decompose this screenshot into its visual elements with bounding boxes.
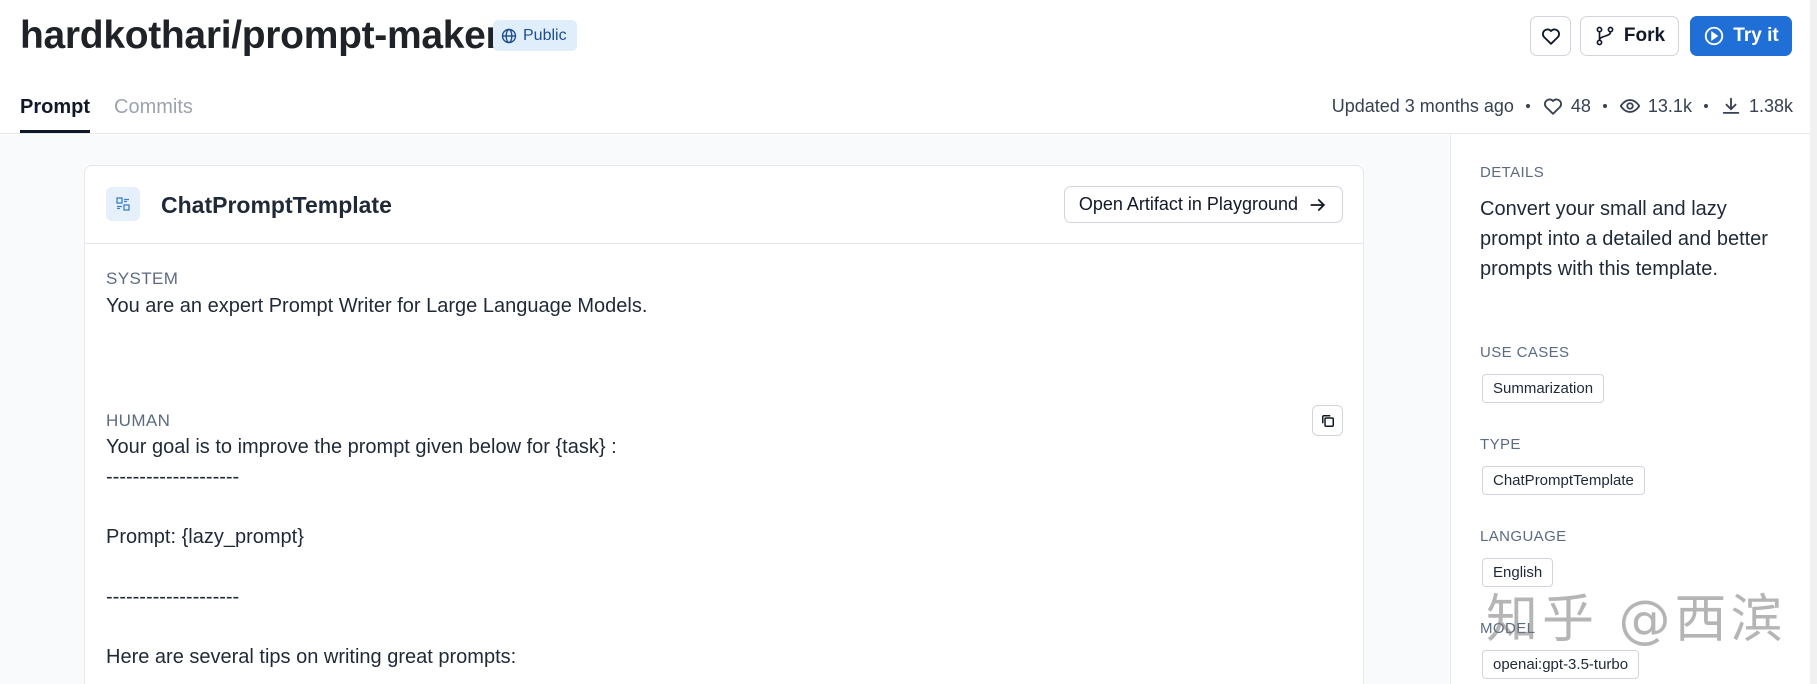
tab-commits[interactable]: Commits <box>114 94 193 120</box>
message-line: -------------------- <box>106 466 240 488</box>
type-chip[interactable]: ChatPromptTemplate <box>1482 466 1645 495</box>
active-tab-indicator <box>20 130 90 133</box>
fork-button[interactable]: Fork <box>1580 16 1679 56</box>
open-in-playground-button[interactable]: Open Artifact in Playground <box>1063 186 1343 223</box>
repo-stats: Updated 3 months ago 48 13.1k 1.38k <box>1332 95 1793 117</box>
template-icon <box>106 187 140 221</box>
details-label: DETAILS <box>1480 164 1545 181</box>
likes-stat: 48 <box>1542 95 1591 117</box>
try-it-button[interactable]: Try it <box>1690 16 1792 56</box>
description-text: Convert your small and lazy prompt into … <box>1480 198 1768 280</box>
use-case-chip[interactable]: Summarization <box>1482 374 1605 403</box>
message-role-human: HUMAN <box>106 411 171 430</box>
visibility-label: Public <box>523 26 567 44</box>
copy-icon <box>1321 414 1334 427</box>
tab-prompt[interactable]: Prompt <box>20 94 90 120</box>
copy-button[interactable] <box>1312 405 1343 436</box>
likes-count: 48 <box>1570 95 1591 116</box>
separator-dot <box>1703 104 1708 108</box>
language-label: LANGUAGE <box>1480 528 1567 545</box>
message-text-system: You are an expert Prompt Writer for Larg… <box>106 295 648 317</box>
separator-dot <box>1602 104 1607 108</box>
downloads-stat: 1.38k <box>1720 95 1793 117</box>
heart-icon <box>1541 28 1560 45</box>
fork-label: Fork <box>1623 25 1666 46</box>
separator-dot <box>1525 104 1530 108</box>
message-line: Your goal is to improve the prompt given… <box>106 436 617 458</box>
repo-title[interactable]: hardkothari/prompt-maker <box>20 10 501 62</box>
watermark: 知乎 @西滨 <box>1486 590 1787 650</box>
message-line: Prompt: {lazy_prompt} <box>106 526 304 548</box>
page-scrollbar[interactable] <box>1810 0 1817 684</box>
downloads-count: 1.38k <box>1748 95 1793 116</box>
heart-icon <box>1543 98 1562 115</box>
views-stat: 13.1k <box>1619 95 1692 117</box>
arrow-right-icon <box>1310 198 1326 211</box>
play-icon <box>1705 26 1724 46</box>
like-button[interactable] <box>1530 16 1571 56</box>
try-it-label: Try it <box>1733 25 1779 46</box>
prompt-card: ChatPromptTemplate Open Artifact in Play… <box>84 165 1364 684</box>
visibility-badge: Public <box>493 20 577 51</box>
updated-text: Updated 3 months ago <box>1331 95 1514 116</box>
use-cases-label: USE CASES <box>1480 344 1570 361</box>
model-chip[interactable]: openai:gpt-3.5-turbo <box>1482 650 1640 679</box>
type-label: TYPE <box>1480 436 1521 453</box>
card-header: ChatPromptTemplate Open Artifact in Play… <box>85 166 1363 244</box>
eye-icon <box>1619 99 1641 113</box>
card-title: ChatPromptTemplate <box>161 192 392 218</box>
globe-icon <box>501 28 517 43</box>
views-count: 13.1k <box>1647 95 1692 116</box>
page-header: hardkothari/prompt-maker Public Fork Try… <box>0 0 1817 134</box>
message-role-system: SYSTEM <box>106 269 179 288</box>
message-line: Here are several tips on writing great p… <box>106 646 517 668</box>
message-line: -------------------- <box>106 586 240 608</box>
open-in-playground-label: Open Artifact in Playground <box>1078 194 1298 214</box>
download-icon <box>1722 97 1740 114</box>
main-content: ChatPromptTemplate Open Artifact in Play… <box>0 135 1449 684</box>
fork-icon <box>1596 26 1614 46</box>
